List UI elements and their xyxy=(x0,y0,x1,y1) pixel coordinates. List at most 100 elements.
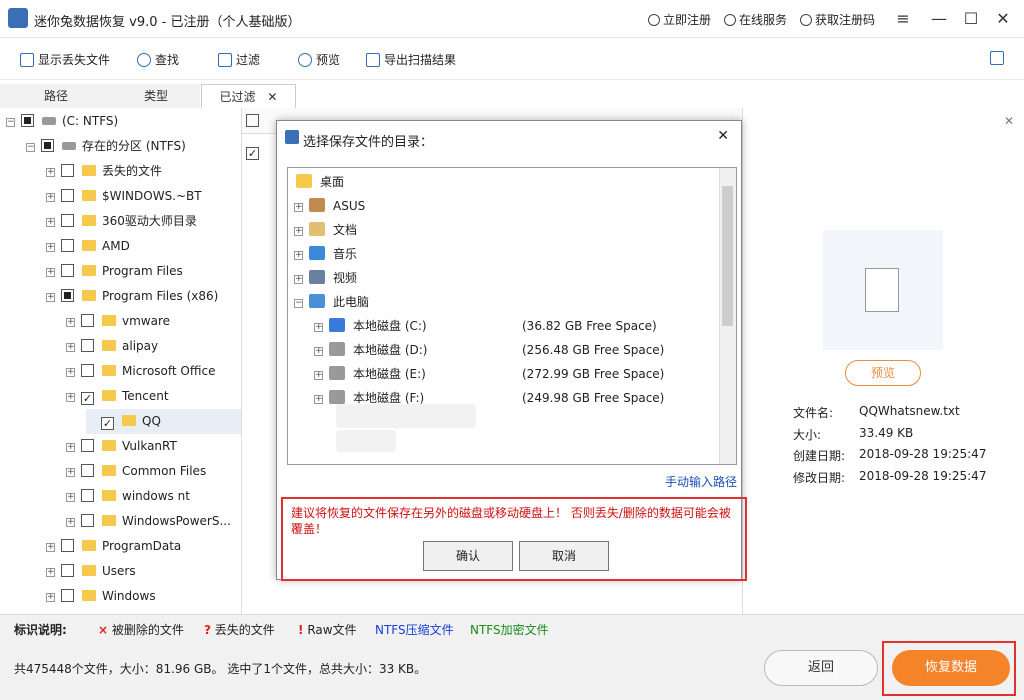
tree-item[interactable]: + alipay xyxy=(66,334,158,359)
get-code-link[interactable]: 获取注册码 xyxy=(800,11,875,28)
tree-item[interactable]: +360驱动大师目录 xyxy=(46,209,197,234)
directory-item[interactable]: + 本地磁盘 (E:) xyxy=(314,362,426,386)
tree-item[interactable]: + 丢失的文件 xyxy=(46,159,162,184)
tree-item[interactable]: + ProgramData xyxy=(46,534,181,559)
file-row-checkbox[interactable]: ✓ xyxy=(246,147,259,160)
online-service-link[interactable]: 在线服务 xyxy=(724,11,787,28)
tree-item[interactable]: + Microsoft Office xyxy=(66,359,215,384)
show-lost-files-button[interactable]: 显示丢失文件 xyxy=(20,51,110,68)
directory-item[interactable]: + 文档 xyxy=(294,218,357,242)
drive-icon xyxy=(329,366,345,380)
tree-item[interactable]: + Users xyxy=(46,559,136,584)
directory-item[interactable]: + 本地磁盘 (D:) xyxy=(314,338,427,362)
tree-item[interactable]: + $WINDOWS.~BT xyxy=(46,184,202,209)
computer-icon xyxy=(309,294,325,308)
folder-icon xyxy=(102,465,116,476)
checkbox[interactable] xyxy=(81,464,94,477)
checkbox[interactable] xyxy=(81,489,94,502)
tree-partition[interactable]: − 存在的分区 (NTFS) xyxy=(26,134,186,159)
window-title: 迷你兔数据恢复 v9.0 - 已注册（个人基础版） xyxy=(34,15,301,30)
tree-item[interactable]: + Windows xyxy=(46,584,156,609)
video-icon xyxy=(309,270,325,284)
close-tab-icon[interactable]: ✕ xyxy=(267,90,277,104)
directory-item[interactable]: − 此电脑 xyxy=(294,290,369,314)
tree-item[interactable]: + Common Files xyxy=(66,459,206,484)
folder-icon xyxy=(102,390,116,401)
checkbox[interactable] xyxy=(61,539,74,552)
created-value: 2018-09-28 19:25:47 xyxy=(859,447,987,461)
directory-item[interactable]: + ASUS xyxy=(294,194,365,218)
menu-icon[interactable]: ≡ xyxy=(888,6,918,32)
tree-item[interactable]: + Program Files (x86) xyxy=(46,284,218,309)
manual-path-link[interactable]: 手动输入路径 xyxy=(665,473,737,490)
tree-item[interactable]: + AMD xyxy=(46,234,130,259)
tab-filtered[interactable]: 已过滤 ✕ xyxy=(201,84,296,108)
checkbox[interactable] xyxy=(61,264,74,277)
size-value: 33.49 KB xyxy=(859,426,914,440)
app-logo-icon xyxy=(8,8,28,28)
filter-button[interactable]: 过滤 xyxy=(218,51,260,68)
free-space: (36.82 GB Free Space) xyxy=(522,319,657,333)
checkbox[interactable]: ✓ xyxy=(81,392,94,405)
folder-tree: − (C: NTFS) − 存在的分区 (NTFS) + 丢失的文件 + $WINDOWS… xyxy=(0,108,242,614)
scrollbar[interactable] xyxy=(719,168,736,464)
tree-item[interactable]: + VulkanRT xyxy=(66,434,177,459)
checkbox[interactable] xyxy=(61,189,74,202)
checkbox[interactable] xyxy=(61,214,74,227)
directory-item[interactable]: + 本地磁盘 (C:) xyxy=(314,314,427,338)
documents-icon xyxy=(309,222,325,236)
tree-item[interactable]: + windows nt xyxy=(66,484,190,509)
select-all-checkbox[interactable] xyxy=(246,114,259,127)
checkbox[interactable] xyxy=(81,439,94,452)
checkbox[interactable] xyxy=(81,514,94,527)
checkbox[interactable] xyxy=(61,239,74,252)
filter-icon xyxy=(218,53,232,67)
checkbox[interactable] xyxy=(61,164,74,177)
dialog-close-button[interactable]: ✕ xyxy=(717,128,729,144)
legend-bar: 标识说明: × 被删除的文件 ? 丢失的文件 ! Raw文件 NTFS压缩文件 … xyxy=(0,614,1024,642)
minimize-button[interactable]: — xyxy=(924,6,954,32)
folder-icon xyxy=(102,440,116,451)
maximize-button[interactable]: ☐ xyxy=(956,6,986,32)
preview-toolbar-button[interactable]: 预览 xyxy=(298,51,340,68)
checkbox[interactable] xyxy=(81,314,94,327)
tree-item[interactable]: + WindowsPowerS... xyxy=(66,509,231,534)
checkbox[interactable] xyxy=(81,339,94,352)
close-button[interactable]: ✕ xyxy=(988,6,1018,32)
tree-root[interactable]: − (C: NTFS) xyxy=(6,109,118,134)
folder-icon xyxy=(102,340,116,351)
directory-item[interactable]: + 音乐 xyxy=(294,242,357,266)
eye-icon xyxy=(298,53,312,67)
drive-icon xyxy=(329,390,345,404)
register-link[interactable]: 立即注册 xyxy=(648,11,711,28)
tab-type[interactable]: 类型 xyxy=(112,84,200,108)
checkbox[interactable] xyxy=(61,589,74,602)
filename-value: QQWhatsnew.txt xyxy=(859,404,960,418)
preview-button[interactable]: 预览 xyxy=(845,360,921,386)
find-button[interactable]: 查找 xyxy=(137,51,179,68)
directory-item[interactable]: + 视频 xyxy=(294,266,357,290)
checkbox[interactable]: ✓ xyxy=(101,417,114,430)
scrollbar-thumb[interactable] xyxy=(722,186,733,326)
export-scan-button[interactable]: 导出扫描结果 xyxy=(366,51,456,68)
cancel-button[interactable]: 取消 xyxy=(519,541,609,571)
tree-item[interactable]: ✓ QQ xyxy=(86,409,241,434)
legend-ntfs-encrypted: NTFS加密文件 xyxy=(470,623,549,637)
share-icon[interactable] xyxy=(990,51,1008,65)
blurred-entry xyxy=(336,430,396,452)
directory-item[interactable]: 桌面 xyxy=(296,170,344,194)
checkbox[interactable] xyxy=(61,289,74,302)
checkbox[interactable] xyxy=(81,364,94,377)
legend-deleted: × 被删除的文件 xyxy=(98,623,184,637)
tree-item[interactable]: + vmware xyxy=(66,309,170,334)
back-button[interactable]: 返回 xyxy=(764,650,878,686)
checkbox[interactable] xyxy=(61,564,74,577)
tree-item[interactable]: + ✓ Tencent xyxy=(66,384,169,409)
details-panel: ✕ 预览 文件名: QQWhatsnew.txt 大小: 33.49 KB 创建… xyxy=(742,108,1024,614)
close-panel-icon[interactable]: ✕ xyxy=(1004,114,1014,128)
tree-item[interactable]: + Program Files xyxy=(46,259,183,284)
legend-title: 标识说明: xyxy=(14,623,67,637)
tab-path[interactable]: 路径 xyxy=(0,84,112,108)
ok-button[interactable]: 确认 xyxy=(423,541,513,571)
drive-icon xyxy=(62,142,76,150)
